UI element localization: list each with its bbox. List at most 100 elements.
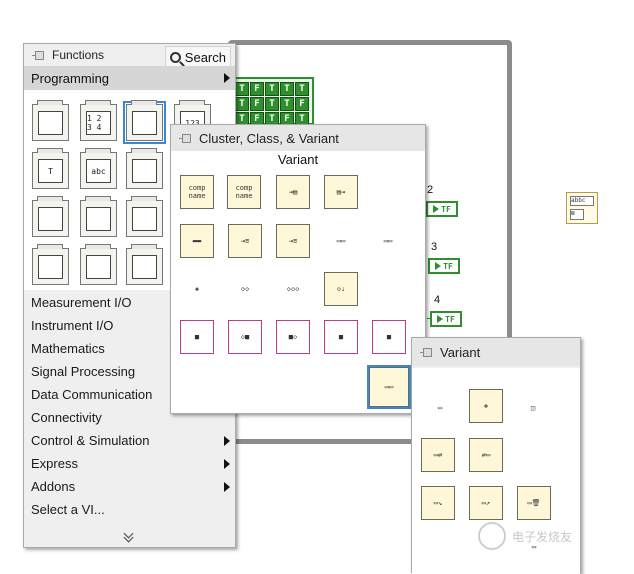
to-variant-icon[interactable]: ▭: [423, 391, 457, 425]
get-lv-class-path-icon[interactable]: ◇◇◇: [276, 272, 310, 306]
submenu-arrow-icon: [224, 458, 230, 469]
variant-to-data-icon[interactable]: ❖: [469, 389, 503, 423]
category-label: Control & Simulation: [31, 433, 150, 448]
boolean-cell: F: [250, 97, 264, 111]
flattened-string-to-variant-icon[interactable]: ▭⇄: [421, 438, 455, 472]
cluster-to-array-icon[interactable]: ▭▭: [324, 224, 358, 258]
boolean-cell: T: [295, 82, 309, 96]
search-button[interactable]: Search: [164, 46, 231, 68]
boolean-cell: T: [235, 82, 249, 96]
category-label: Addons: [31, 479, 76, 494]
boolean-indicator-4[interactable]: TF: [430, 311, 462, 327]
structures-icon-glyph: [38, 111, 63, 135]
functions-palette-header[interactable]: Functions Search: [24, 44, 235, 68]
timing-icon[interactable]: [32, 196, 69, 237]
pin-icon[interactable]: [420, 345, 434, 359]
timing-icon-glyph: [38, 207, 63, 231]
cluster-icon-grid: comp name comp name ⇥▤ ▤⇥ ▬▬ ⇥≡ ⇥≡ ▭▭ ▭▭ ◈…: [171, 169, 425, 413]
variant-subpalette-icon[interactable]: ▭▭: [367, 365, 411, 409]
cluster-palette-title: Cluster, Class, & Variant: [199, 130, 339, 146]
file-io-icon[interactable]: [126, 196, 163, 237]
get-default-value-by-path-icon[interactable]: ■: [372, 320, 406, 354]
boolean-cell: T: [265, 97, 279, 111]
submenu-arrow-icon: [224, 435, 230, 446]
delete-variant-attribute-icon[interactable]: ▭↗: [469, 486, 503, 520]
index-label-2: 2: [427, 184, 434, 196]
search-icon: [169, 51, 181, 63]
category-item[interactable]: Express: [24, 452, 235, 475]
build-cluster-array-icon[interactable]: ⇥≡: [228, 224, 262, 258]
string-icon-glyph: abc: [86, 159, 111, 183]
boolean-cell: F: [250, 82, 264, 96]
get-class-by-name-icon[interactable]: ■: [324, 320, 358, 354]
synchronization-icon[interactable]: [126, 244, 163, 285]
structures-icon[interactable]: [32, 100, 69, 141]
boolean-indicator-3[interactable]: TF: [428, 258, 460, 274]
category-label: Select a VI...: [31, 502, 105, 517]
submenu-arrow-icon: [224, 481, 230, 492]
programming-category[interactable]: Programming: [24, 66, 235, 90]
boolean-icon-glyph: T: [38, 159, 63, 183]
functions-palette-title: Functions: [52, 48, 105, 62]
boolean-cell: T: [280, 82, 294, 96]
index-label-3: 3: [431, 241, 438, 253]
watermark-text: 电子发烧友: [512, 530, 573, 544]
variant-delete-icon[interactable]: ▭🗑: [517, 486, 551, 520]
category-item[interactable]: Select a VI...: [24, 498, 235, 521]
to-more-generic-class-icon[interactable]: ◈: [180, 272, 214, 306]
to-more-specific-class-icon[interactable]: ◇◇: [228, 272, 262, 306]
pin-icon[interactable]: [179, 131, 193, 145]
array-to-cluster-icon[interactable]: ▭▭: [371, 224, 405, 258]
string-icon[interactable]: abc: [80, 148, 117, 189]
category-label: Mathematics: [31, 341, 105, 356]
comparison-icon-glyph: [132, 159, 157, 183]
boolean-array-constant[interactable]: TFTTTTFTTFTFTFT: [230, 77, 314, 126]
class-constant-icon[interactable]: ■: [180, 320, 214, 354]
cluster-class-variant-icon-glyph: [132, 111, 157, 135]
waveform-icon[interactable]: [32, 244, 69, 285]
variant-palette-title: Variant: [440, 344, 481, 360]
boolean-cell: F: [295, 97, 309, 111]
synchronization-icon-glyph: [132, 255, 157, 279]
category-label: Measurement I/O: [31, 295, 132, 310]
waveform-icon-glyph: [38, 255, 63, 279]
category-item[interactable]: Control & Simulation: [24, 429, 235, 452]
bundle-icon[interactable]: ⇥▤: [276, 175, 310, 209]
boolean-cell: T: [265, 82, 279, 96]
category-label: Express: [31, 456, 78, 471]
get-lv-class-path-by-name-icon[interactable]: ■◇: [276, 320, 310, 354]
preserve-runtime-class-icon[interactable]: ◇⇣: [324, 272, 358, 306]
unbundle-icon[interactable]: ▤⇥: [324, 175, 358, 209]
pin-icon[interactable]: [32, 48, 46, 62]
cluster-class-variant-icon[interactable]: [123, 100, 166, 144]
dialog-ui-icon-glyph: [86, 207, 111, 231]
array-icon[interactable]: 1 2 3 4: [80, 100, 117, 141]
boolean-icon[interactable]: T: [32, 148, 69, 189]
index-bundle-cluster-array-icon[interactable]: ⇥≡: [276, 224, 310, 258]
watermark-logo-icon: [478, 522, 506, 550]
set-variant-attribute-icon[interactable]: ▭↘: [421, 486, 455, 520]
boolean-indicator-2[interactable]: TF: [426, 201, 458, 217]
application-control-icon[interactable]: [80, 244, 117, 285]
submenu-arrow-icon: [224, 73, 230, 83]
variant-subcategory-label: Variant: [171, 151, 425, 169]
search-button-label: Search: [184, 49, 226, 65]
cluster-palette-header[interactable]: Cluster, Class, & Variant: [171, 125, 425, 151]
cluster-class-variant-palette[interactable]: Cluster, Class, & Variant Variant comp na…: [170, 124, 426, 414]
category-label: Data Communication: [31, 387, 153, 402]
bundle-by-name-icon[interactable]: comp name: [227, 175, 261, 209]
category-label: Signal Processing: [31, 364, 136, 379]
dialog-ui-icon[interactable]: [80, 196, 117, 237]
variant-palette-header[interactable]: Variant: [412, 338, 580, 366]
variant-to-flattened-string-icon[interactable]: ◫: [516, 391, 550, 425]
boolean-cell: T: [235, 97, 249, 111]
category-item[interactable]: Addons: [24, 475, 235, 498]
cluster-constant-icon[interactable]: ▬▬: [180, 224, 214, 258]
get-variant-attribute-icon[interactable]: ⇄▭: [469, 438, 503, 472]
cluster-constant-icon[interactable]: abbc ⊠: [566, 192, 598, 224]
file-io-icon-glyph: [132, 207, 157, 231]
application-control-icon-glyph: [86, 255, 111, 279]
comparison-icon[interactable]: [126, 148, 163, 189]
get-lv-class-default-value-icon[interactable]: ◇■: [228, 320, 262, 354]
unbundle-by-name-icon[interactable]: comp name: [180, 175, 214, 209]
